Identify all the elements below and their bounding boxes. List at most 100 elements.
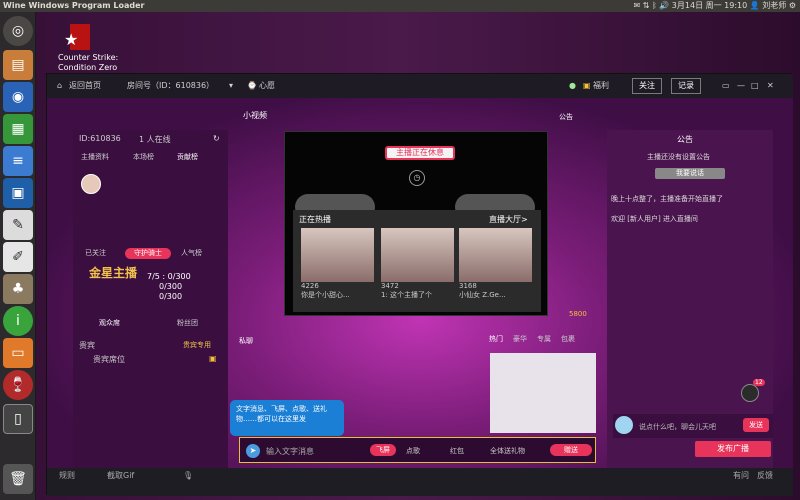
- more-link[interactable]: 直播大厅>: [489, 214, 528, 225]
- notice-label: 私聊: [239, 337, 253, 345]
- stream-caption: 你是个小甜心...: [301, 291, 350, 299]
- tab-session-rank[interactable]: 本场榜: [133, 152, 154, 162]
- history-link[interactable]: 心愿: [259, 74, 275, 98]
- stream-thumbnail[interactable]: [301, 228, 374, 282]
- announcement-text: 主播还没有设置公告: [647, 153, 710, 161]
- info-icon[interactable]: i: [3, 306, 33, 336]
- tab-guard[interactable]: 守护骑士: [125, 248, 171, 259]
- tab-profile[interactable]: 主播资料: [81, 152, 109, 162]
- network-icon[interactable]: ⇅: [643, 1, 652, 10]
- system-tray[interactable]: ✉ ⇅ ᛒ 🔊 3月14日 周一 19:10 👤 刘老师 ⚙: [633, 0, 796, 12]
- stream-caption: 小仙女 Z.Ge...: [459, 291, 506, 299]
- mail-icon[interactable]: ✉: [633, 1, 642, 10]
- viewer-count: 3168: [459, 282, 477, 290]
- stream-thumbnail[interactable]: [381, 228, 454, 282]
- system-settings-icon[interactable]: ✎: [3, 210, 33, 240]
- home-icon[interactable]: ⌂: [57, 74, 62, 98]
- back-link[interactable]: 返回首页: [69, 74, 101, 98]
- trash-icon[interactable]: 🗑: [3, 464, 33, 494]
- wine-icon[interactable]: 🍷: [3, 370, 33, 400]
- gift-tab[interactable]: 包裹: [561, 334, 575, 344]
- tab-popularity[interactable]: 人气榜: [181, 248, 202, 258]
- refresh-icon[interactable]: ↻: [213, 134, 220, 143]
- song-button[interactable]: 点歌: [406, 446, 420, 456]
- gift-tab[interactable]: 豪华: [513, 334, 527, 344]
- viewer-count: 3472: [381, 282, 399, 290]
- video-tab-hint[interactable]: 小视频: [243, 110, 267, 121]
- dash-icon[interactable]: ◎: [3, 16, 33, 46]
- gift-tab[interactable]: 热门: [489, 334, 503, 344]
- stream-card[interactable]: 3472 1: 这个主播了个: [381, 228, 454, 300]
- maximize-icon[interactable]: □: [751, 74, 759, 98]
- avatar[interactable]: [81, 174, 101, 194]
- list-item[interactable]: 贵宾席位: [93, 354, 125, 365]
- mic-icon[interactable]: 🎙: [183, 468, 193, 484]
- firefox-icon[interactable]: ◉: [3, 82, 33, 112]
- stream-card[interactable]: 3168 小仙女 Z.Ge...: [459, 228, 532, 300]
- send-button[interactable]: 发送: [743, 418, 769, 432]
- notification-badge: 12: [753, 379, 765, 386]
- desktop-app-icon[interactable]: ★ Counter Strike: Condition Zero: [58, 24, 118, 72]
- fly-button[interactable]: 飞屏: [370, 444, 396, 456]
- system-top-bar: Wine Windows Program Loader ✉ ⇅ ᛒ 🔊 3月14…: [0, 0, 800, 12]
- gift-icon: ▣: [583, 81, 591, 90]
- history-icon[interactable]: ⌚: [247, 74, 257, 98]
- user-icon[interactable]: 👤: [750, 1, 763, 10]
- stream-thumbnail[interactable]: [459, 228, 532, 282]
- system-message: 晚上十点整了，主播准备开始直播了: [611, 195, 723, 203]
- clock[interactable]: 3月14日 周一 19:10: [672, 1, 747, 10]
- gift-tabs: 热门 豪华 专属 包裹: [485, 334, 595, 348]
- welfare-link[interactable]: 福利: [593, 74, 609, 98]
- tab-followed[interactable]: 已关注: [85, 248, 106, 258]
- power-icon[interactable]: ⚙: [789, 1, 796, 10]
- notification-button[interactable]: 12: [741, 379, 765, 402]
- help-link[interactable]: 有问: [733, 468, 749, 484]
- now-playing-label: 正在热播: [299, 215, 331, 224]
- stage-mid-label: 公告: [559, 113, 573, 121]
- avatar[interactable]: ●: [569, 74, 576, 98]
- calc-icon[interactable]: ▦: [3, 114, 33, 144]
- stream-card[interactable]: 4226 你是个小甜心...: [301, 228, 374, 300]
- gimp-icon[interactable]: ♣: [3, 274, 33, 304]
- impress-icon[interactable]: ▭: [3, 338, 33, 368]
- send-gift-button[interactable]: 赠送: [550, 444, 592, 456]
- user-name[interactable]: 刘老师: [762, 1, 786, 10]
- record-button[interactable]: 记录: [671, 78, 701, 94]
- send-plane-icon[interactable]: ➤: [246, 444, 260, 458]
- rank-stat: 7/5 : 0/300: [147, 272, 191, 281]
- gift-grid[interactable]: [490, 353, 596, 433]
- desktop-icon-label: Counter Strike:: [58, 53, 119, 62]
- gift-count-label: 全体送礼物: [490, 447, 525, 455]
- speak-button[interactable]: 我要说话: [655, 168, 725, 179]
- tab-contribution[interactable]: 贡献榜: [177, 152, 198, 162]
- rules-link[interactable]: 规则: [59, 468, 75, 484]
- volume-icon[interactable]: 🔊: [659, 1, 672, 10]
- gif-capture-link[interactable]: 截取Gif: [107, 468, 134, 484]
- feedback-link[interactable]: 反馈: [757, 468, 773, 484]
- chat-input[interactable]: 输入文字消息: [266, 446, 314, 457]
- avatar[interactable]: [615, 416, 633, 434]
- recommend-box: 正在热播 直播大厅> 4226 你是个小甜心... 3472 1: 这个主播了个…: [293, 210, 541, 312]
- chevron-down-icon[interactable]: ▾: [229, 74, 233, 98]
- red-packet-button[interactable]: 红包: [450, 446, 464, 456]
- files-icon[interactable]: ▤: [3, 50, 33, 80]
- stream-caption: 1: 这个主播了个: [381, 291, 433, 299]
- minimize-small-icon[interactable]: ▭: [722, 74, 730, 98]
- chat-input-bar: ➤ 输入文字消息 飞屏 点歌 红包 全体送礼物 赠送: [239, 437, 596, 463]
- close-icon[interactable]: ✕: [767, 74, 774, 98]
- right-chat-input[interactable]: 说点什么吧，聊会儿天吧: [639, 422, 716, 432]
- terminal-icon[interactable]: ▯: [3, 404, 33, 434]
- text-editor-icon[interactable]: ✐: [3, 242, 33, 272]
- room-id: ID:610836: [79, 134, 121, 143]
- online-count: 1 人在线: [139, 135, 171, 144]
- gift-tab[interactable]: 专属: [537, 334, 551, 344]
- writer-icon[interactable]: ≡: [3, 146, 33, 176]
- tab-audience[interactable]: 观众席: [99, 318, 120, 328]
- virtualbox-icon[interactable]: ▣: [3, 178, 33, 208]
- desktop-icon-label: Condition Zero: [58, 63, 118, 72]
- follow-button[interactable]: 关注: [632, 78, 662, 94]
- minimize-icon[interactable]: —: [737, 74, 745, 98]
- right-chat-bar: 说点什么吧，聊会儿天吧 发送: [613, 414, 773, 438]
- tab-fans[interactable]: 粉丝团: [177, 318, 198, 328]
- broadcast-button[interactable]: 发布广播: [695, 441, 771, 457]
